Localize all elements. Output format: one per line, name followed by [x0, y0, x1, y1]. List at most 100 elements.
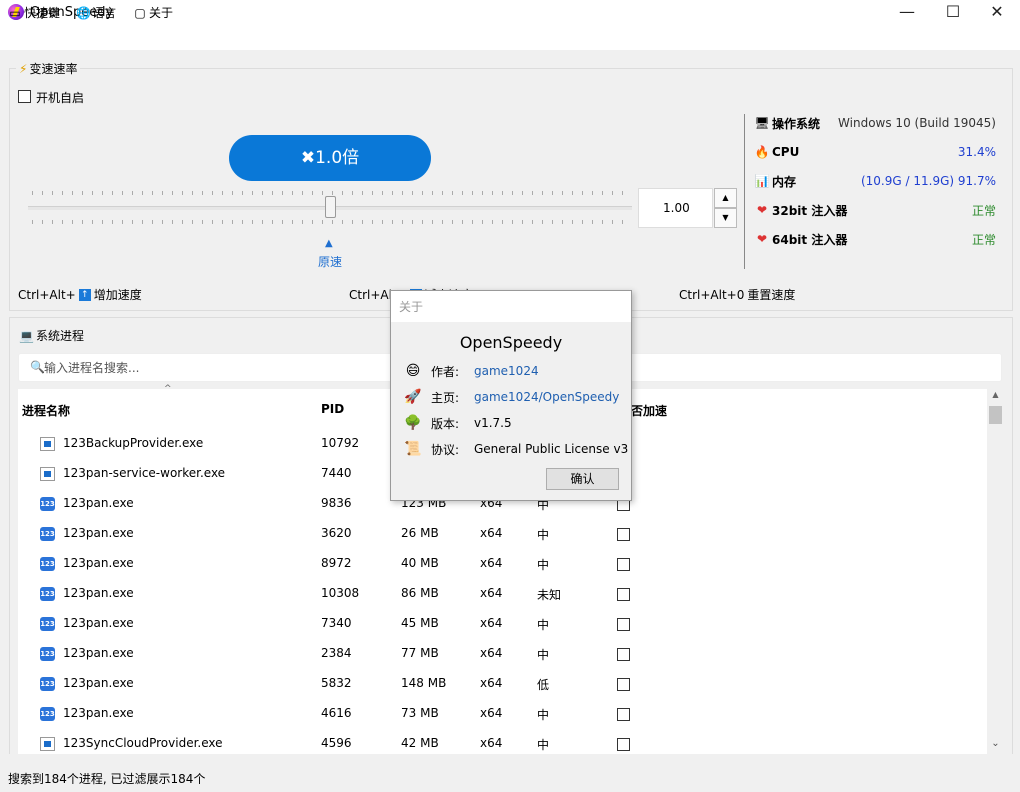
column-header-accelerate[interactable]: 否加速 [631, 402, 667, 419]
table-row[interactable]: 123 123pan.exe 7340 45 MB x64 中 [18, 609, 986, 639]
accelerate-checkbox[interactable] [617, 618, 630, 631]
arrow-up-icon: ↑ [78, 288, 91, 301]
bar-chart-icon: 📊 [754, 174, 770, 188]
about-author-key: 作者: [431, 364, 460, 379]
table-row[interactable]: 123 123pan.exe 8972 40 MB x64 中 [18, 549, 986, 579]
close-button[interactable]: ✕ [974, 0, 1020, 26]
process-memory: 45 MB [401, 616, 439, 630]
process-arch: x64 [480, 676, 503, 690]
status-bar: 搜索到184个进程, 已过滤展示184个 [8, 772, 206, 786]
about-author-link[interactable]: game1024 [474, 364, 539, 378]
system-info-divider [744, 114, 745, 269]
menu-shortcuts[interactable]: ▭ 快捷键 [8, 4, 60, 21]
process-memory: 26 MB [401, 526, 439, 540]
process-pid: 7340 [321, 616, 352, 630]
process-priority: 中 [537, 648, 550, 662]
menu-language-label: 语言 [92, 6, 117, 20]
hotkey-increase: Ctrl+Alt+ ↑ 增加速度 [18, 286, 142, 303]
table-row[interactable]: 123 123pan.exe 5832 148 MB x64 低 [18, 669, 986, 699]
process-priority: 中 [537, 738, 550, 752]
process-priority: 未知 [537, 588, 562, 602]
process-priority: 中 [537, 528, 550, 542]
process-pid: 5832 [321, 676, 352, 690]
hotkey-increase-prefix: Ctrl+Alt+ [18, 287, 76, 302]
process-pid: 8972 [321, 556, 352, 570]
process-pid: 9836 [321, 496, 352, 510]
column-header-name[interactable]: 进程名称 [22, 402, 70, 419]
column-header-pid[interactable]: PID [321, 402, 344, 416]
spin-up-button[interactable]: ▲ [714, 188, 737, 208]
process-arch: x64 [480, 616, 503, 630]
process-group-title: 💻 系统进程 [16, 327, 87, 344]
about-version-value: v1.7.5 [474, 416, 512, 430]
menu-bar [0, 26, 1020, 50]
process-pid: 7440 [321, 466, 352, 480]
autostart-label: 开机自启 [36, 91, 85, 105]
scrollbar-thumb[interactable] [989, 406, 1002, 424]
injector32-label: 32bit 注入器 [772, 203, 848, 218]
table-row[interactable]: 123 123pan.exe 10308 86 MB x64 未知 [18, 579, 986, 609]
process-priority: 中 [537, 708, 550, 722]
maximize-button[interactable]: ☐ [930, 0, 976, 26]
system-memory-row: 📊 内存 (10.9G / 11.9G) 91.7% [754, 171, 996, 191]
accelerate-checkbox[interactable] [617, 648, 630, 661]
scroll-up-icon[interactable]: ▲ [987, 390, 1004, 404]
accelerate-checkbox[interactable] [617, 738, 630, 751]
process-name: 123pan.exe [63, 706, 134, 720]
os-label: 操作系统 [772, 116, 821, 131]
process-pid: 10308 [321, 586, 360, 600]
about-license-key: 协议: [431, 442, 460, 457]
speed-multiplier-button[interactable]: ✖1.0倍 [229, 135, 431, 181]
cpu-value: 31.4% [957, 145, 996, 159]
scroll-icon: 📜 [404, 441, 422, 457]
table-row[interactable]: 123SyncCloudProvider.exe 4596 42 MB x64 中 [18, 729, 986, 759]
window-app-icon [40, 437, 55, 451]
accelerate-checkbox[interactable] [617, 678, 630, 691]
accelerate-checkbox[interactable] [617, 528, 630, 541]
process-group-label: 系统进程 [35, 329, 84, 343]
autostart-checkbox[interactable] [18, 90, 31, 103]
process-arch: x64 [480, 706, 503, 720]
speed-group-title: ⚡ 变速速率 [16, 60, 81, 77]
menu-language[interactable]: 🌐 语言 [76, 4, 116, 21]
table-row[interactable]: 123 123pan.exe 2384 77 MB x64 中 [18, 639, 986, 669]
process-pid: 4616 [321, 706, 352, 720]
speed-spinbox-input[interactable]: 1.00 [638, 188, 713, 228]
injector32-status: 正常 [971, 203, 996, 218]
process-arch: x64 [480, 646, 503, 660]
table-row[interactable]: 123 123pan.exe 4616 73 MB x64 中 [18, 699, 986, 729]
accelerate-checkbox[interactable] [617, 708, 630, 721]
about-homepage-link[interactable]: game1024/OpenSpeedy [474, 390, 619, 404]
app-123pan-icon: 123 [40, 647, 55, 661]
speed-slider-handle[interactable] [325, 196, 336, 218]
process-arch: x64 [480, 526, 503, 540]
about-dialog-title: 关于 [399, 300, 424, 314]
about-author-row: 😄 作者: game1024 [403, 361, 539, 381]
process-search-input[interactable] [44, 355, 344, 380]
app-123pan-icon: 123 [40, 587, 55, 601]
system-os-row: 🖥 操作系统 Windows 10 (Build 19045) [754, 113, 996, 133]
table-row[interactable]: 123 123pan.exe 3620 26 MB x64 中 [18, 519, 986, 549]
table-scrollbar[interactable] [987, 389, 1004, 754]
hotkey-reset-prefix: Ctrl+Alt+0 [679, 287, 745, 302]
process-name: 123pan.exe [63, 586, 134, 600]
process-name: 123SyncCloudProvider.exe [63, 736, 223, 750]
fire-icon: 🔥 [754, 145, 770, 159]
process-name: 123pan.exe [63, 496, 134, 510]
about-ok-button[interactable]: 确认 [546, 468, 619, 490]
app-123pan-icon: 123 [40, 497, 55, 511]
app-123pan-icon: 123 [40, 707, 55, 721]
accelerate-checkbox[interactable] [617, 558, 630, 571]
tree-icon: 🌳 [404, 415, 422, 431]
laptop-icon: 💻 [19, 328, 34, 343]
spin-down-button[interactable]: ▼ [714, 208, 737, 228]
accelerate-checkbox[interactable] [617, 588, 630, 601]
minimize-button[interactable]: — [884, 0, 930, 26]
process-name: 123pan.exe [63, 676, 134, 690]
scroll-down-icon[interactable]: ⌄ [987, 738, 1004, 752]
os-value: Windows 10 (Build 19045) [838, 116, 996, 130]
monitor-icon: 🖥 [754, 116, 770, 130]
heart-icon: ❤ [756, 203, 768, 217]
process-memory: 42 MB [401, 736, 439, 750]
menu-about[interactable]: ▢ 关于 [133, 4, 173, 21]
